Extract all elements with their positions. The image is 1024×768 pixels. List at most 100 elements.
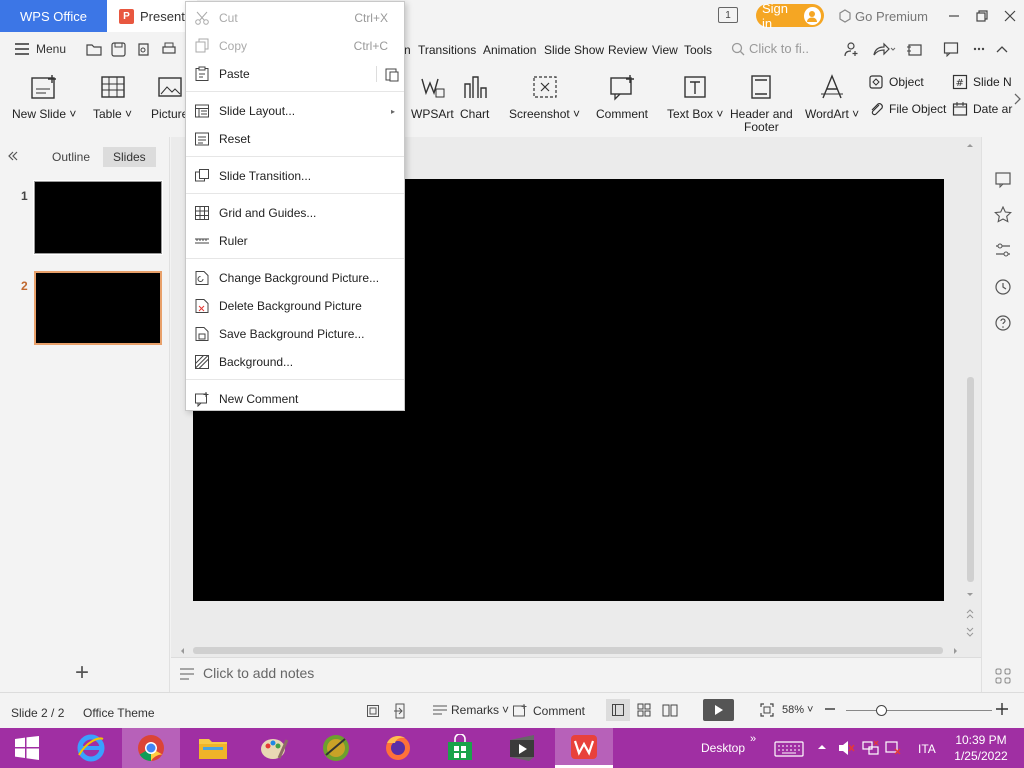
minimize-button[interactable]	[946, 8, 962, 24]
picture-button[interactable]: Picture	[151, 72, 188, 121]
scroll-up-icon[interactable]	[966, 142, 974, 148]
horizontal-scrollbar[interactable]	[193, 647, 943, 654]
more-icon[interactable]	[971, 41, 987, 57]
add-slide-button[interactable]: +	[75, 659, 89, 687]
prev-slide-icon[interactable]	[966, 609, 974, 619]
go-premium-button[interactable]: Go Premium	[838, 8, 928, 24]
firefox-icon[interactable]	[369, 728, 427, 768]
menu-item-slide-transition[interactable]: Slide Transition...	[186, 163, 404, 189]
properties-sliders-icon[interactable]	[994, 241, 1012, 259]
zoom-out-icon[interactable]	[824, 702, 836, 716]
print-icon[interactable]	[161, 42, 177, 57]
menu-item-cut[interactable]: Cut Ctrl+X	[186, 5, 404, 31]
restore-button[interactable]	[974, 8, 990, 24]
tab-outline[interactable]: Outline	[52, 150, 90, 164]
next-slide-icon[interactable]	[966, 627, 974, 637]
menu-item-change-background[interactable]: Change Background Picture...	[186, 265, 404, 291]
internet-explorer-icon[interactable]	[62, 728, 120, 768]
store-icon[interactable]	[431, 728, 489, 768]
collapse-pane-icon[interactable]	[7, 150, 19, 162]
chart-button[interactable]: Chart	[460, 72, 489, 121]
object-button[interactable]: Object	[868, 74, 924, 90]
export-pdf-icon[interactable]	[136, 42, 151, 57]
show-hidden-icons[interactable]	[817, 743, 827, 751]
toolbar-chevron-icon[interactable]: »	[750, 733, 756, 745]
chrome-icon[interactable]	[122, 728, 180, 768]
movie-maker-icon[interactable]	[493, 728, 551, 768]
date-time-button[interactable]: Date ar	[952, 101, 1012, 117]
slide-layout-panel-icon[interactable]	[994, 171, 1012, 189]
tab-tools[interactable]: Tools	[684, 43, 712, 57]
input-language[interactable]: ITA	[918, 742, 936, 756]
slide-sorter-icon[interactable]	[637, 703, 651, 717]
tab-transitions[interactable]: Transitions	[418, 43, 476, 57]
presentation-tab[interactable]: P Presenta	[107, 0, 197, 32]
wordart-button[interactable]: WordArt ˅	[805, 72, 859, 121]
menu-item-grid-guides[interactable]: Grid and Guides...	[186, 200, 404, 226]
zoom-in-icon[interactable]	[995, 702, 1009, 716]
search-input[interactable]: Click to fi..	[731, 41, 809, 56]
menu-item-save-background[interactable]: Save Background Picture...	[186, 321, 404, 347]
network-icon[interactable]	[861, 740, 879, 756]
scroll-right-icon[interactable]	[953, 647, 959, 655]
wps-office-taskbar-icon[interactable]	[555, 728, 613, 768]
menu-item-delete-background[interactable]: Delete Background Picture	[186, 293, 404, 319]
textbox-button[interactable]: Text Box ˅	[667, 72, 723, 121]
protect-icon[interactable]	[393, 703, 407, 719]
collapse-ribbon-icon[interactable]	[994, 41, 1010, 57]
open-icon[interactable]	[86, 42, 102, 56]
menu-item-paste[interactable]: Paste	[186, 61, 404, 87]
status-comment-button[interactable]: Comment	[512, 703, 585, 719]
more-options-icon[interactable]	[906, 41, 922, 57]
comment-button[interactable]: Comment	[596, 72, 648, 121]
share-user-icon[interactable]	[844, 41, 860, 57]
action-center-icon[interactable]	[884, 740, 902, 756]
wps-office-tab[interactable]: WPS Office	[0, 0, 107, 32]
vertical-scrollbar[interactable]	[967, 377, 974, 582]
reading-view-icon[interactable]	[662, 703, 678, 717]
theme-name[interactable]: Office Theme	[83, 706, 155, 720]
menu-item-reset[interactable]: Reset	[186, 126, 404, 152]
save-icon[interactable]	[111, 42, 126, 57]
sign-in-button[interactable]: Sign in	[756, 1, 824, 31]
zoom-dropdown[interactable]: 58% ˅	[782, 704, 813, 716]
menu-item-new-comment[interactable]: New Comment	[186, 386, 404, 412]
header-footer-button[interactable]: Header and Footer	[730, 72, 793, 134]
clock[interactable]: 10:39 PM 1/25/2022	[946, 732, 1016, 764]
comments-panel-icon[interactable]	[943, 41, 959, 57]
start-button[interactable]	[0, 728, 54, 768]
slide-thumbnail-2[interactable]	[34, 271, 162, 345]
tab-insert[interactable]: n	[404, 43, 411, 57]
slide-thumbnail-1[interactable]	[33, 180, 163, 255]
tab-review[interactable]: Review	[608, 43, 647, 57]
file-object-button[interactable]: File Object	[868, 101, 946, 117]
wpsart-button[interactable]: WPSArt	[411, 72, 454, 121]
menu-item-slide-layout[interactable]: Slide Layout... ▸	[186, 98, 404, 124]
file-explorer-icon[interactable]	[184, 728, 242, 768]
autofit-icon[interactable]	[366, 704, 380, 718]
zoom-slider-knob[interactable]	[876, 705, 887, 716]
apps-grid-icon[interactable]	[994, 667, 1012, 685]
menu-item-background[interactable]: Background...	[186, 349, 404, 375]
tab-animation[interactable]: Animation	[483, 43, 536, 57]
tab-view[interactable]: View	[652, 43, 678, 57]
paste-options-icon[interactable]	[376, 66, 400, 82]
close-button[interactable]	[1002, 8, 1018, 24]
tab-slides[interactable]: Slides	[103, 147, 156, 167]
help-icon[interactable]	[994, 314, 1012, 332]
scroll-down-icon[interactable]	[966, 592, 974, 598]
volume-muted-icon[interactable]	[837, 740, 855, 756]
ribbon-scroll-right-icon[interactable]	[1012, 92, 1022, 106]
notes-pane[interactable]: Click to add notes	[171, 657, 981, 692]
share-icon[interactable]	[872, 41, 896, 57]
remarks-button[interactable]: Remarks ˅	[432, 703, 509, 717]
history-icon[interactable]	[994, 278, 1012, 296]
media-app-icon[interactable]	[307, 728, 365, 768]
paint-icon[interactable]	[245, 728, 303, 768]
menu-item-copy[interactable]: Copy Ctrl+C	[186, 33, 404, 59]
zoom-slider-track[interactable]	[846, 710, 992, 711]
fit-window-icon[interactable]	[760, 703, 774, 717]
animation-star-icon[interactable]	[994, 206, 1012, 224]
normal-view-button[interactable]	[606, 699, 630, 721]
slide-number-button[interactable]: # Slide N	[952, 74, 1012, 90]
